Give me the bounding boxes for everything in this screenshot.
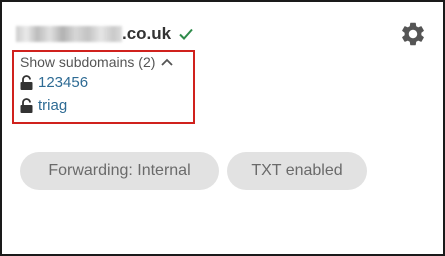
domain-card: .co.uk Show subdomains (2) 123456 triag … (0, 0, 445, 256)
domain-name: .co.uk (16, 22, 194, 46)
show-subdomains-toggle[interactable]: Show subdomains (2) (20, 54, 174, 70)
unlock-icon (20, 75, 33, 90)
check-icon (179, 28, 193, 40)
redacted-domain-prefix (16, 26, 122, 42)
unlock-icon (20, 98, 33, 113)
subdomain-item[interactable]: 123456 (20, 74, 88, 91)
chevron-up-icon (161, 58, 174, 66)
subdomain-item[interactable]: triag (20, 97, 67, 114)
txt-badge: TXT enabled (227, 152, 367, 190)
show-subdomains-label: Show subdomains (2) (20, 54, 156, 70)
domain-suffix: .co.uk (122, 24, 172, 43)
subdomain-link[interactable]: 123456 (38, 74, 88, 91)
subdomain-link[interactable]: triag (38, 97, 67, 114)
gear-icon[interactable] (399, 20, 427, 48)
forwarding-badge: Forwarding: Internal (20, 152, 219, 190)
